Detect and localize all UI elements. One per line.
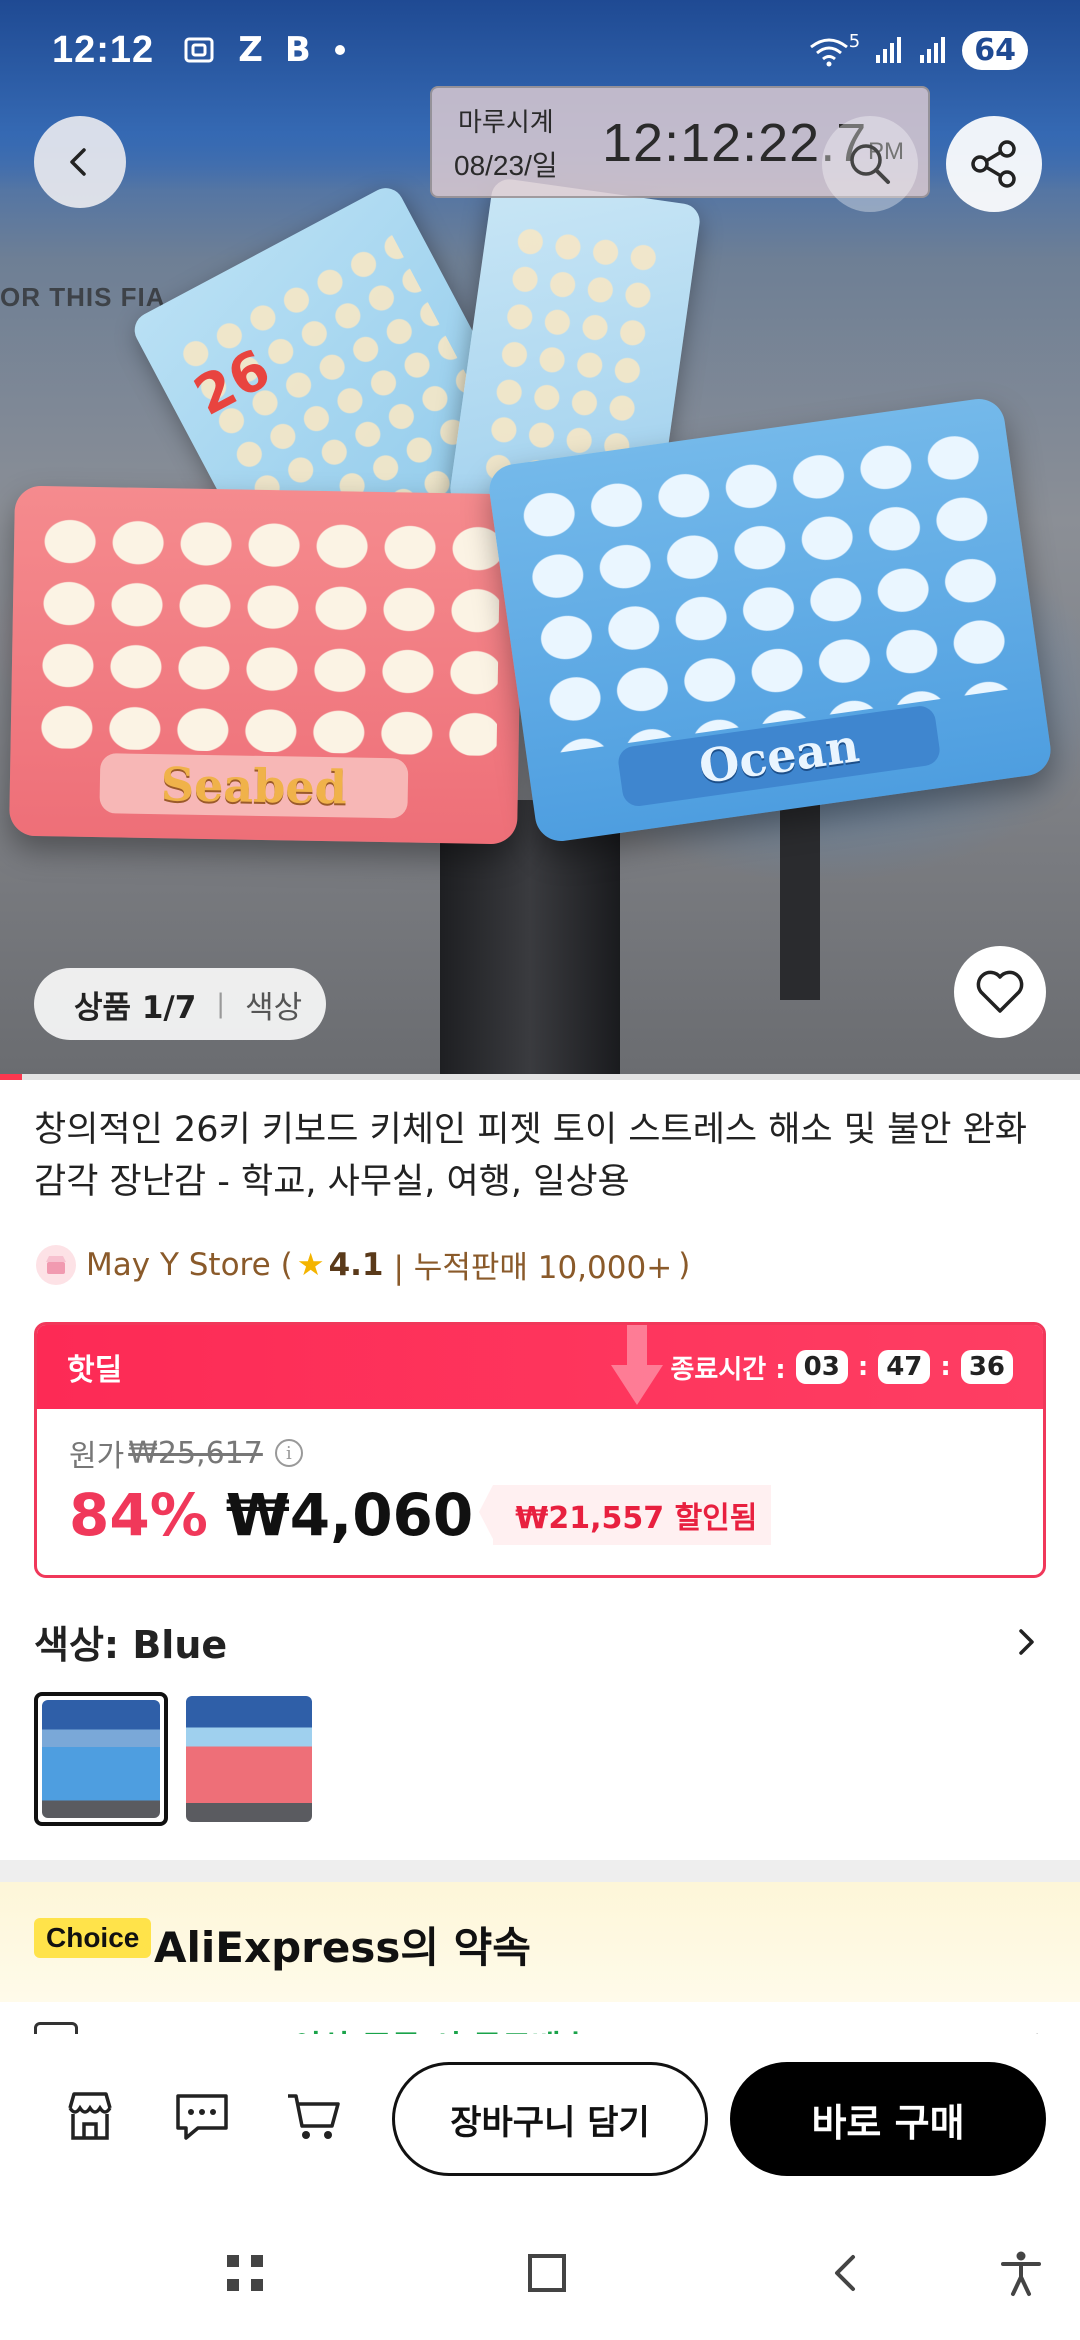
original-price-label: 원가 xyxy=(69,1439,125,1474)
section-divider xyxy=(0,1860,1080,1882)
store-sales: | 누적판매 10,000+ xyxy=(393,1250,673,1286)
image-counter-option: 색상 xyxy=(245,989,303,1026)
heart-icon xyxy=(976,970,1024,1013)
share-icon xyxy=(971,140,1016,188)
share-button[interactable] xyxy=(946,116,1042,212)
store-logo xyxy=(36,1244,76,1285)
battery-indicator: 64 xyxy=(962,30,1028,70)
hot-deal-header: 핫딜 종료시간 : 03 : 47 : 36 xyxy=(37,1325,1043,1409)
store-name[interactable]: May Y Store xyxy=(86,1247,271,1283)
home-button[interactable] xyxy=(522,2248,572,2298)
swatch-pink[interactable] xyxy=(182,1692,316,1826)
hot-deal-body: 원가 ₩25,617 i 84% ₩4,060 ₩21,557 할인됨 xyxy=(37,1409,1043,1549)
countdown-seconds: 36 xyxy=(960,1350,1013,1384)
signal-icon xyxy=(876,37,902,63)
chat-button[interactable] xyxy=(170,2084,234,2148)
screenshot-icon xyxy=(184,37,214,63)
back-icon xyxy=(835,2255,855,2291)
wishlist-button[interactable] xyxy=(954,946,1046,1038)
status-time: 12:12 xyxy=(52,28,155,71)
color-swatches xyxy=(34,1692,316,1826)
info-icon[interactable]: i xyxy=(274,1439,303,1467)
status-bar: 12:12 Z B 5 64 xyxy=(0,0,1080,100)
countdown-colon-2: : xyxy=(940,1352,951,1382)
pink-keyboard-keychain: Seabed xyxy=(8,485,524,845)
ends-label: 종료시간 : xyxy=(670,1354,786,1385)
search-icon xyxy=(850,144,890,184)
sale-price: ₩4,060 xyxy=(225,1481,474,1549)
store-open-paren: ( xyxy=(280,1246,293,1283)
pink-keyboard-keys xyxy=(32,509,501,757)
store-icon xyxy=(68,2092,112,2140)
home-icon xyxy=(528,2254,566,2292)
notification-icons: Z B xyxy=(182,30,347,70)
original-price-row: 원가 ₩25,617 i xyxy=(69,1431,1011,1475)
accessibility-button[interactable] xyxy=(996,2248,1046,2298)
price-row: 84% ₩4,060 ₩21,557 할인됨 xyxy=(69,1481,1011,1549)
b-app-icon: B xyxy=(284,30,311,70)
choice-badge: Choice xyxy=(34,1918,152,1958)
image-progress-bar xyxy=(0,1074,1080,1080)
cart-button[interactable] xyxy=(282,2084,346,2148)
hot-deal-box: 핫딜 종료시간 : 03 : 47 : 36 원가 ₩25,617 i 84% … xyxy=(34,1322,1046,1578)
recent-apps-icon xyxy=(227,2255,263,2291)
product-title: 창의적인 26키 키보드 키체인 피젯 토이 스트레스 해소 및 불안 완화 감… xyxy=(34,1110,1027,1202)
add-to-cart-button[interactable]: 장바구니 담기 xyxy=(392,2062,708,2176)
image-counter[interactable]: 상품 1/7 | 색상 xyxy=(34,968,326,1040)
hot-deal-label: 핫딜 xyxy=(67,1353,123,1388)
pink-keyboard-label: Seabed xyxy=(99,753,409,819)
chat-icon xyxy=(176,2094,228,2140)
promise-title: AliExpress의 약속 xyxy=(154,1923,531,1972)
store-row[interactable]: May Y Store ( ★ 4.1 | 누적판매 10,000+ ) xyxy=(36,1242,690,1287)
z-app-icon: Z xyxy=(238,30,263,70)
original-price: ₩25,617 xyxy=(128,1435,263,1471)
image-counter-label: 상품 1/7 xyxy=(74,989,197,1026)
wifi-badge: 5 xyxy=(848,30,861,52)
image-progress-fill xyxy=(0,1074,22,1080)
deal-countdown: 종료시간 : 03 : 47 : 36 xyxy=(670,1349,1013,1386)
countdown-minutes: 47 xyxy=(878,1350,931,1384)
system-back-button[interactable] xyxy=(822,2248,872,2298)
wall-text: OR THIS FIA xyxy=(0,282,166,312)
countdown-hours: 03 xyxy=(795,1350,848,1384)
system-status-icons: 5 64 xyxy=(807,30,1028,70)
color-selector-label: 색상: Blue xyxy=(34,1623,228,1667)
store-close-paren: ) xyxy=(678,1246,691,1283)
search-button[interactable] xyxy=(822,116,918,212)
saved-amount-badge: ₩21,557 할인됨 xyxy=(479,1485,772,1545)
back-button[interactable] xyxy=(34,116,126,208)
blue-keyboard-keychain: Ocean xyxy=(486,395,1054,845)
cart-icon xyxy=(288,2094,340,2139)
dot-icon xyxy=(334,45,345,55)
store-button[interactable] xyxy=(58,2084,122,2148)
chevron-right-icon[interactable] xyxy=(1006,1622,1046,1662)
swatch-pink-image xyxy=(186,1696,312,1822)
buy-now-button[interactable]: 바로 구매 xyxy=(730,2062,1046,2176)
star-icon: ★ xyxy=(296,1246,325,1283)
blue-keyboard-keys xyxy=(511,422,1020,755)
discount-percent: 84% xyxy=(69,1481,208,1549)
swatch-blue-image xyxy=(42,1700,160,1818)
countdown-colon-1: : xyxy=(857,1352,869,1382)
signal-icon-2 xyxy=(920,37,946,63)
wifi-icon xyxy=(809,38,848,67)
swatch-blue[interactable] xyxy=(34,1692,168,1826)
recent-apps-button[interactable] xyxy=(220,2248,270,2298)
arrow-down-icon xyxy=(611,1325,663,1405)
clock-label: 마루시계 xyxy=(458,107,554,137)
image-counter-separator: | xyxy=(216,989,226,1019)
color-selector[interactable]: 색상: Blue xyxy=(34,1614,1046,1669)
accessibility-icon xyxy=(1001,2251,1041,2296)
store-rating: 4.1 xyxy=(328,1246,384,1283)
chevron-left-icon xyxy=(70,148,86,176)
clock-date: 08/23/일 xyxy=(454,150,558,181)
store-logo-icon xyxy=(46,1255,66,1274)
